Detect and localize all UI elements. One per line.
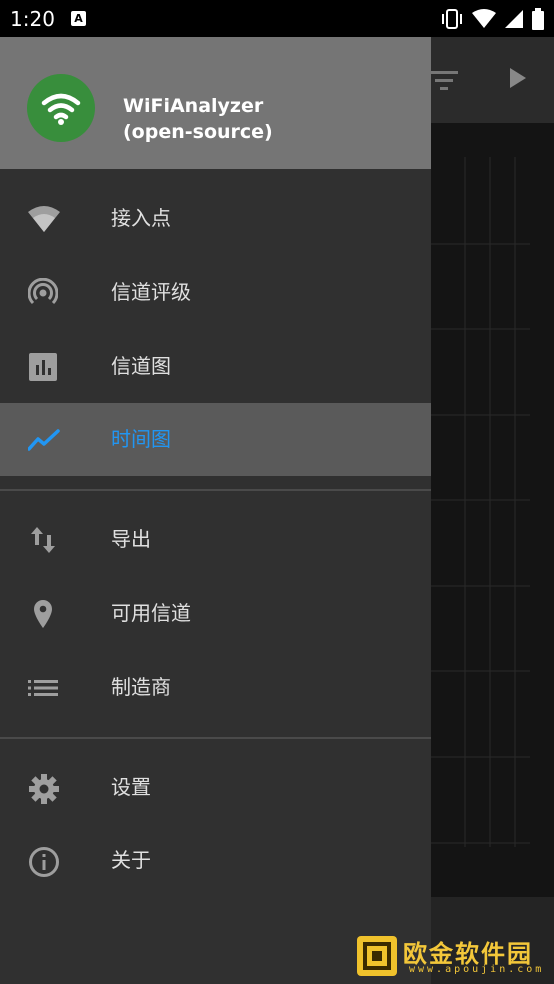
wifi-icon xyxy=(472,9,496,29)
radar-icon xyxy=(28,278,58,308)
navigation-drawer: WiFiAnalyzer (open-source) 接入点 信道评级 信道图 … xyxy=(0,37,431,984)
menu-item-vendors[interactable]: 制造商 xyxy=(0,651,431,724)
notification-badge: A xyxy=(71,11,86,26)
list-icon xyxy=(28,673,58,703)
menu-label: 信道评级 xyxy=(111,280,191,304)
bar-chart-icon xyxy=(28,352,58,382)
menu-item-access-points[interactable]: 接入点 xyxy=(0,182,431,255)
menu-item-channel-graph[interactable]: 信道图 xyxy=(0,330,431,403)
menu-item-export[interactable]: 导出 xyxy=(0,503,431,576)
swap-vert-icon xyxy=(28,525,58,555)
wifi-icon xyxy=(28,204,60,234)
app-logo xyxy=(27,74,95,142)
watermark-url: www.apoujin.com xyxy=(409,964,545,975)
app-name: WiFiAnalyzer (open-source) xyxy=(123,93,413,145)
line-chart-icon xyxy=(28,425,60,455)
menu-item-settings[interactable]: 设置 xyxy=(0,751,431,824)
menu-label: 导出 xyxy=(111,527,151,551)
menu-item-available-channels[interactable]: 可用信道 xyxy=(0,577,431,650)
gear-icon xyxy=(28,773,59,804)
menu-item-about[interactable]: 关于 xyxy=(0,824,431,897)
menu-label: 关于 xyxy=(111,848,151,872)
wifi-logo-icon xyxy=(41,93,81,125)
menu-label: 设置 xyxy=(111,775,151,799)
watermark-logo xyxy=(357,936,397,976)
menu-divider xyxy=(0,489,431,491)
play-icon[interactable] xyxy=(508,67,528,93)
menu-item-channel-rating[interactable]: 信道评级 xyxy=(0,256,431,329)
watermark: 欧金软件园 www.apoujin.com xyxy=(357,932,549,978)
menu-divider xyxy=(0,737,431,739)
vibrate-icon xyxy=(440,8,464,30)
location-pin-icon xyxy=(28,599,58,629)
menu-label: 时间图 xyxy=(111,427,171,451)
menu-label: 可用信道 xyxy=(111,601,191,625)
menu-label: 制造商 xyxy=(111,675,171,699)
status-time: 1:20 xyxy=(10,7,55,31)
battery-icon xyxy=(532,8,544,30)
signal-icon xyxy=(504,9,524,29)
menu-label: 信道图 xyxy=(111,354,171,378)
app-name-line1: WiFiAnalyzer xyxy=(123,95,264,117)
status-icons xyxy=(440,8,544,30)
app-name-line2: (open-source) xyxy=(123,121,273,143)
filter-icon[interactable] xyxy=(430,69,458,95)
menu-item-time-graph[interactable]: 时间图 xyxy=(0,403,431,476)
info-icon xyxy=(28,846,59,877)
drawer-header: WiFiAnalyzer (open-source) xyxy=(0,37,431,169)
status-bar: 1:20 A xyxy=(0,0,554,37)
menu-label: 接入点 xyxy=(111,206,171,230)
